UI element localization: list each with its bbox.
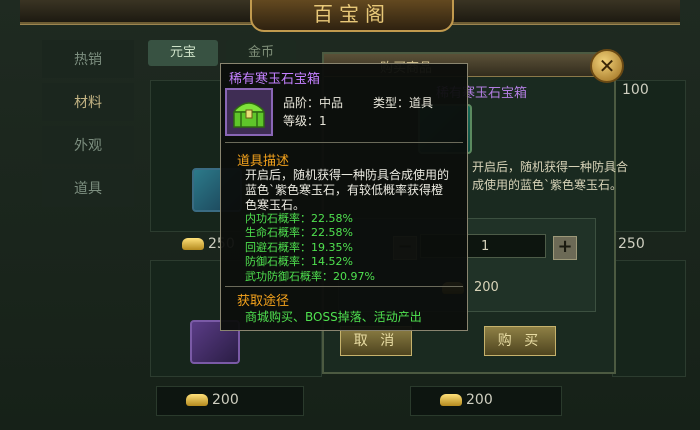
item-price: 200 (212, 392, 239, 408)
item-card[interactable] (612, 80, 686, 232)
divider (225, 286, 463, 287)
source-heading: 获取途径 (237, 294, 290, 309)
divider (225, 142, 463, 143)
buy-button[interactable]: 购 买 (484, 326, 556, 356)
description-heading: 道具描述 (237, 154, 290, 169)
tooltip-level: 等级：1 (283, 114, 327, 128)
nav-item-props[interactable]: 道具 (42, 169, 134, 207)
drop-rate-item: 生命石概率：22.58% (245, 226, 353, 240)
nav-item-materials[interactable]: 材料 (42, 83, 134, 121)
increase-quantity-button[interactable]: + (553, 236, 577, 260)
chest-graphic (227, 90, 271, 134)
tooltip-grade: 品阶：中品 (283, 96, 344, 110)
tab-yuanbao[interactable]: 元宝 (148, 40, 218, 66)
treasure-chest-icon (225, 88, 273, 136)
total-price: 200 (474, 280, 499, 295)
drop-rate-item: 防御石概率：14.52% (245, 255, 353, 269)
shop-title: 百宝阁 (313, 2, 391, 26)
drop-rate-list: 内功石概率：22.58% 生命石概率：22.58% 回避石概率：19.35% 防… (245, 212, 375, 284)
ingot-icon (440, 394, 462, 406)
category-nav: 热销 材料 外观 道具 (42, 40, 134, 212)
nav-item-appearance[interactable]: 外观 (42, 126, 134, 164)
drop-rate-item: 回避石概率：19.35% (245, 240, 353, 254)
ingot-icon (186, 394, 208, 406)
ingot-icon (182, 238, 204, 250)
tooltip-item-name: 稀有寒玉石宝箱 (229, 72, 321, 87)
close-button[interactable]: ✕ (590, 49, 624, 83)
item-tooltip: 稀有寒玉石宝箱 品阶：中品 类型：道具 等级：1 道具描述 开启后，随机获得一种… (220, 63, 468, 331)
dialog-item-description: 开启后，随机获得一种防具合成使用的蓝色`紫色寒玉石。 (472, 160, 629, 192)
item-card[interactable] (612, 260, 686, 377)
tooltip-source: 商城购买、BOSS掉落、活动产出 (245, 310, 422, 324)
nav-item-hot[interactable]: 热销 (42, 40, 134, 78)
drop-rate-item: 内功石概率：22.58% (245, 212, 353, 225)
tooltip-description: 开启后，随机获得一种防具合成使用的蓝色`紫色寒玉石，有较低概率获得橙色寒玉石。 (245, 168, 450, 212)
title-plaque: 百宝阁 (250, 0, 454, 32)
tooltip-type: 类型：道具 (373, 96, 434, 110)
item-price: 200 (466, 392, 493, 408)
close-icon: ✕ (598, 54, 616, 78)
drop-rate-item: 武功防御石概率：20.97% (245, 269, 375, 283)
item-price: 100 (622, 82, 649, 98)
item-price: 250 (618, 236, 645, 252)
